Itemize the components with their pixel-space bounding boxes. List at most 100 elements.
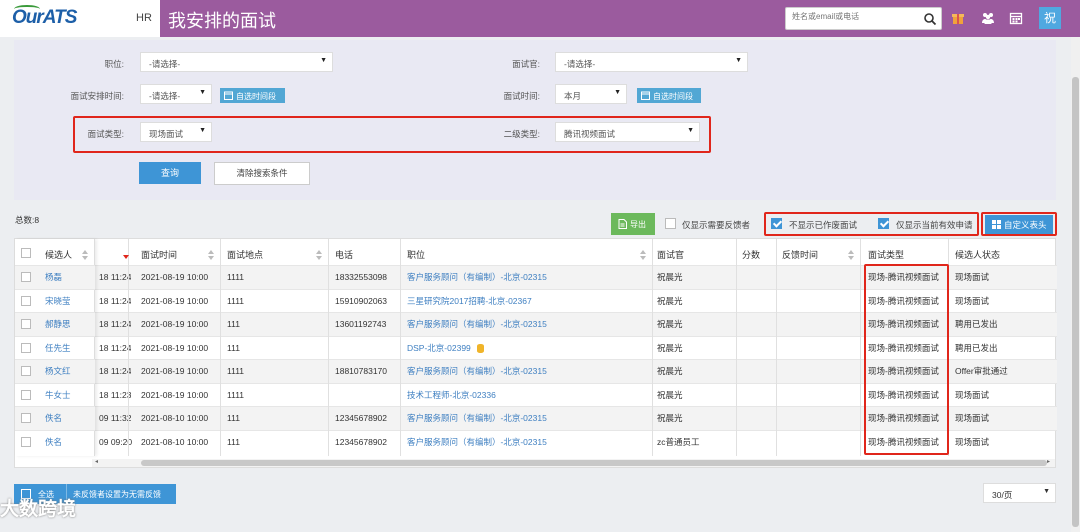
app-logo[interactable]: OurATS (12, 5, 77, 29)
query-button[interactable]: 查询 (139, 162, 201, 184)
cell-position[interactable]: 客户服务顾问（有编制）-北京-02315 (407, 360, 547, 383)
calendar-icon (224, 91, 233, 100)
candidate-name-link[interactable]: 佚名 (45, 431, 62, 454)
cell-position[interactable]: DSP-北京-02399 (407, 337, 471, 360)
search-icon[interactable] (923, 12, 937, 26)
page-title: 我安排的面试 (168, 11, 276, 31)
cell-position[interactable]: 三星研究院2017招聘-北京-02367 (407, 290, 532, 313)
position-select[interactable]: -请选择- ▼ (140, 52, 333, 72)
sort-icon[interactable] (82, 250, 88, 260)
cell-status: 现场面试 (955, 413, 990, 423)
cell-position[interactable]: 技术工程师-北京-02336 (407, 384, 496, 407)
chevron-down-icon: ▼ (1043, 488, 1050, 495)
col-header-created[interactable] (99, 242, 129, 265)
cell-place: 1111 (227, 272, 245, 282)
export-button[interactable]: 导出 (611, 213, 655, 235)
cell-status: 现场面试 (955, 295, 990, 306)
col-header-score[interactable]: 分数 (742, 242, 760, 265)
frozen-row: 佚名 (15, 406, 95, 430)
calendar-icon (641, 91, 650, 100)
cell-created: 09 11:32 (99, 413, 132, 423)
hscroll-thumb[interactable] (141, 460, 1047, 466)
custom-columns-button[interactable]: 自定义表头 (985, 215, 1053, 234)
interviewer-label: 面试官: (512, 59, 540, 69)
cell-created: 18 11:24 (99, 342, 132, 353)
schedule-time-select[interactable]: -请选择- ▼ (140, 84, 212, 104)
cell-phone: 12345678902 (335, 436, 388, 447)
calendar-icon[interactable] (1009, 11, 1023, 25)
table-hscrollbar[interactable] (92, 459, 1055, 467)
col-header-phone[interactable]: 电话 (335, 242, 353, 265)
sub-type-select[interactable]: 腾讯视频面试 ▼ (555, 122, 700, 142)
cell-created: 18 11:23 (99, 389, 132, 400)
select-all-checkbox[interactable] (21, 248, 31, 258)
candidate-name-link[interactable]: 杨文红 (45, 360, 71, 383)
cell-position[interactable]: 客户服务顾问（有编制）-北京-02315 (407, 313, 547, 336)
clear-filters-button[interactable]: 清除搜索条件 (214, 162, 310, 185)
scroll-right-icon[interactable]: ▸ (1047, 458, 1050, 465)
row-checkbox[interactable] (21, 436, 31, 447)
candidate-name-link[interactable]: 任先生 (45, 337, 71, 360)
interview-type-label: 面试类型: (87, 129, 124, 139)
cell-interviewer: 祝晨光 (657, 342, 683, 353)
row-checkbox[interactable] (21, 295, 31, 306)
col-header-interview-time[interactable]: 面试时间 (141, 242, 177, 265)
total-count: 总数:8 (15, 215, 40, 225)
sort-icon[interactable] (316, 250, 322, 260)
users-icon[interactable] (981, 11, 995, 25)
candidate-name-link[interactable]: 宋晓莹 (45, 290, 71, 313)
scroll-left-icon[interactable]: ◂ (95, 458, 98, 465)
need-feedback-checkbox[interactable] (665, 218, 676, 229)
hide-invalid-checkbox[interactable] (771, 218, 782, 229)
sort-icon[interactable] (848, 250, 854, 260)
row-checkbox[interactable] (21, 389, 31, 400)
cell-interviewer: 祝晨光 (657, 389, 683, 400)
col-header-type[interactable]: 面试类型 (868, 242, 904, 265)
interview-type-select[interactable]: 现场面试 ▼ (140, 122, 212, 142)
frozen-row: 郝静思 (15, 312, 95, 336)
sort-icon[interactable] (208, 250, 214, 260)
row-checkbox[interactable] (21, 413, 31, 423)
cell-position[interactable]: 客户服务顾问（有编制）-北京-02315 (407, 407, 547, 430)
interview-custom-range-button[interactable]: 自选时间段 (637, 88, 701, 103)
col-header-position[interactable]: 职位 (407, 242, 425, 265)
page-size-select[interactable]: 30/页 ▼ (983, 483, 1056, 503)
interview-time-label: 面试时间: (503, 91, 540, 101)
sort-icon[interactable] (640, 250, 646, 260)
col-header-candidate[interactable]: 候选人 (45, 242, 72, 265)
cell-interview-time: 2021-08-19 10:00 (141, 389, 209, 400)
grid-icon (992, 220, 1001, 229)
gift-icon[interactable] (951, 11, 965, 25)
interview-table: 18 11:24 2021-08-19 10:00 1111 18332553098 客… (14, 238, 1057, 468)
frozen-columns: 候选人 杨磊 宋晓莹 郝静思 任先生 杨文红 牛女士 佚名 佚名 (15, 239, 95, 456)
cell-status: 现场面试 (955, 272, 990, 282)
scrollbar-thumb[interactable] (1072, 77, 1079, 527)
sort-desc-icon[interactable] (123, 250, 129, 260)
cell-position[interactable]: 客户服务顾问（有编制）-北京-02315 (407, 266, 547, 289)
candidate-name-link[interactable]: 杨磊 (45, 266, 62, 289)
col-header-feedback-time[interactable]: 反馈时间 (782, 242, 818, 265)
search-input[interactable] (792, 12, 917, 21)
global-search[interactable] (785, 7, 942, 30)
row-checkbox[interactable] (21, 272, 31, 282)
candidate-name-link[interactable]: 佚名 (45, 407, 62, 430)
page-scrollbar[interactable] (1071, 37, 1080, 532)
col-header-status[interactable]: 候选人状态 (955, 242, 1000, 265)
cell-position[interactable]: 客户服务顾问（有编制）-北京-02315 (407, 431, 547, 454)
need-feedback-label: 仅显示需要反馈者 (682, 220, 751, 230)
cell-interview-time: 2021-08-19 10:00 (141, 319, 209, 329)
candidate-name-link[interactable]: 郝静思 (45, 313, 71, 336)
row-checkbox[interactable] (21, 342, 31, 353)
schedule-custom-range-button[interactable]: 自选时间段 (220, 88, 285, 103)
row-checkbox[interactable] (21, 366, 31, 376)
frozen-row: 任先生 (15, 335, 95, 360)
col-header-place[interactable]: 面试地点 (227, 242, 263, 265)
user-avatar[interactable]: 祝 (1039, 7, 1061, 29)
col-header-interviewer[interactable]: 面试官 (657, 242, 684, 265)
interviewer-select[interactable]: -请选择- ▼ (555, 52, 748, 72)
candidate-name-link[interactable]: 牛女士 (45, 384, 71, 407)
interview-time-select[interactable]: 本月 ▼ (555, 84, 627, 104)
row-checkbox[interactable] (21, 319, 31, 329)
no-feedback-button[interactable]: 未反馈者设置为无需反馈 (73, 489, 161, 500)
valid-only-checkbox[interactable] (878, 218, 889, 229)
